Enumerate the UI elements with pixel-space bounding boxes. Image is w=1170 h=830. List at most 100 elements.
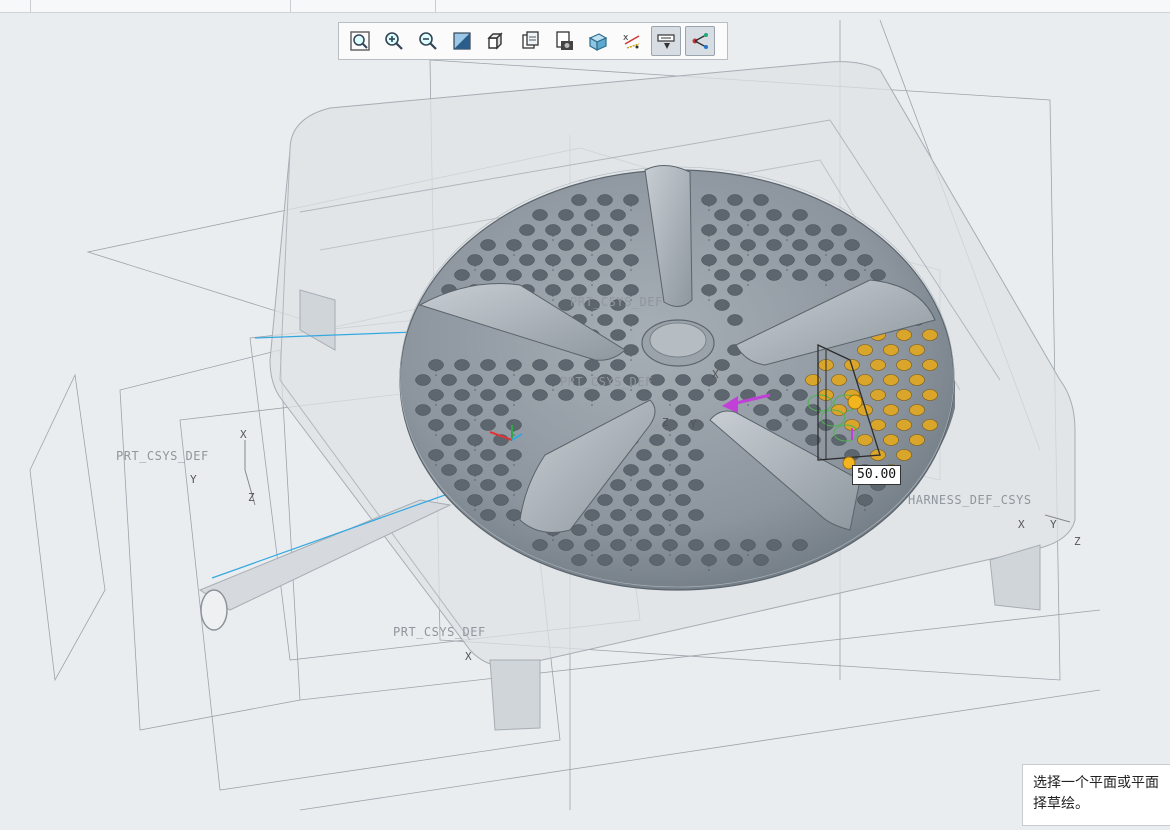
axis-label: X	[240, 428, 247, 441]
drain-hole	[506, 419, 522, 431]
drain-hole	[792, 419, 808, 431]
drain-hole	[766, 239, 782, 251]
drain-hole	[571, 194, 587, 206]
highlighted-hole[interactable]	[883, 404, 899, 416]
zoom-in-icon	[385, 32, 403, 50]
highlighted-hole[interactable]	[857, 434, 873, 446]
drain-hole	[727, 194, 743, 206]
drain-hole	[610, 359, 626, 371]
highlighted-hole[interactable]	[870, 389, 886, 401]
zoom-out-button[interactable]	[413, 26, 443, 56]
refit-button[interactable]	[345, 26, 375, 56]
drain-hole	[701, 224, 717, 236]
highlighted-hole[interactable]	[909, 344, 925, 356]
drain-hole	[571, 284, 587, 296]
message-line: 择草绘。	[1033, 796, 1089, 812]
highlighted-hole[interactable]	[857, 344, 873, 356]
message-area: 选择一个平面或平面 择草绘。	[1022, 764, 1170, 826]
spin-center-button[interactable]	[685, 26, 715, 56]
highlighted-hole[interactable]	[870, 359, 886, 371]
annotation-display-button[interactable]	[651, 26, 681, 56]
drain-hole	[675, 524, 691, 536]
spin-center-icon	[692, 33, 708, 49]
highlighted-hole[interactable]	[922, 389, 938, 401]
view-manager-icon	[556, 31, 573, 50]
drain-hole	[636, 389, 652, 401]
drain-hole	[480, 419, 496, 431]
axis-label: Z	[1074, 535, 1081, 548]
drain-hole	[623, 344, 639, 356]
drain-hole	[519, 374, 535, 386]
drain-hole	[844, 239, 860, 251]
highlighted-hole[interactable]	[922, 419, 938, 431]
drain-hole	[493, 374, 509, 386]
highlighted-hole[interactable]	[870, 419, 886, 431]
drain-hole	[610, 389, 626, 401]
highlighted-hole[interactable]	[896, 449, 912, 461]
saved-orientation-button[interactable]	[515, 26, 545, 56]
highlighted-hole[interactable]	[922, 329, 938, 341]
drain-hole	[857, 494, 873, 506]
drain-hole	[480, 509, 496, 521]
drain-hole	[597, 524, 613, 536]
highlighted-hole[interactable]	[896, 389, 912, 401]
perspective-view-button[interactable]	[583, 26, 613, 56]
drain-hole	[662, 389, 678, 401]
drain-hole	[792, 209, 808, 221]
drain-hole	[779, 404, 795, 416]
drain-hole	[506, 479, 522, 491]
highlighted-hole[interactable]	[909, 374, 925, 386]
drain-hole	[792, 389, 808, 401]
drain-hole	[558, 539, 574, 551]
highlighted-hole[interactable]	[883, 344, 899, 356]
display-style-button[interactable]	[481, 26, 511, 56]
drain-hole	[727, 554, 743, 566]
drain-hole	[766, 209, 782, 221]
highlighted-hole[interactable]	[896, 419, 912, 431]
drain-hole	[467, 254, 483, 266]
drain-hole	[467, 494, 483, 506]
drain-hole	[532, 239, 548, 251]
drain-hole	[454, 449, 470, 461]
perspective-view-icon	[588, 33, 608, 52]
highlighted-hole[interactable]	[909, 404, 925, 416]
graphics-viewport[interactable]: PRT_CSYS_DEF PRT_CSYS_DEF PRT_CSYS_DEF P…	[0, 13, 1170, 830]
highlighted-hole[interactable]	[883, 434, 899, 446]
highlighted-hole[interactable]	[883, 374, 899, 386]
drain-hole	[818, 239, 834, 251]
drain-hole	[714, 239, 730, 251]
view-manager-button[interactable]	[549, 26, 579, 56]
highlighted-hole[interactable]	[857, 374, 873, 386]
drain-hole	[597, 194, 613, 206]
highlighted-hole[interactable]	[909, 434, 925, 446]
drain-hole	[805, 254, 821, 266]
drain-hole	[740, 239, 756, 251]
highlighted-hole[interactable]	[831, 374, 847, 386]
drain-hole	[493, 464, 509, 476]
drain-hole	[714, 389, 730, 401]
highlighted-hole[interactable]	[896, 359, 912, 371]
highlighted-hole[interactable]	[896, 329, 912, 341]
zoom-in-button[interactable]	[379, 26, 409, 56]
drain-hole	[623, 494, 639, 506]
repaint-icon	[453, 32, 471, 50]
drain-hole	[441, 464, 457, 476]
drag-handle[interactable]	[847, 394, 863, 410]
drain-hole	[415, 374, 431, 386]
highlighted-hole[interactable]	[922, 359, 938, 371]
repaint-button[interactable]	[447, 26, 477, 56]
model-scene[interactable]	[0, 13, 1170, 830]
drain-hole	[545, 284, 561, 296]
dimension-value-box[interactable]: 50.00	[852, 465, 902, 485]
drain-hole	[571, 254, 587, 266]
drain-hole	[610, 479, 626, 491]
datum-display-button[interactable]: x	[617, 26, 647, 56]
drain-hole	[558, 359, 574, 371]
csys-label: PRT_CSYS_DEF	[570, 295, 663, 309]
drain-hole	[428, 419, 444, 431]
drain-hole	[675, 374, 691, 386]
drain-hole	[506, 449, 522, 461]
drain-hole	[545, 224, 561, 236]
drain-hole	[844, 269, 860, 281]
drain-hole	[610, 539, 626, 551]
